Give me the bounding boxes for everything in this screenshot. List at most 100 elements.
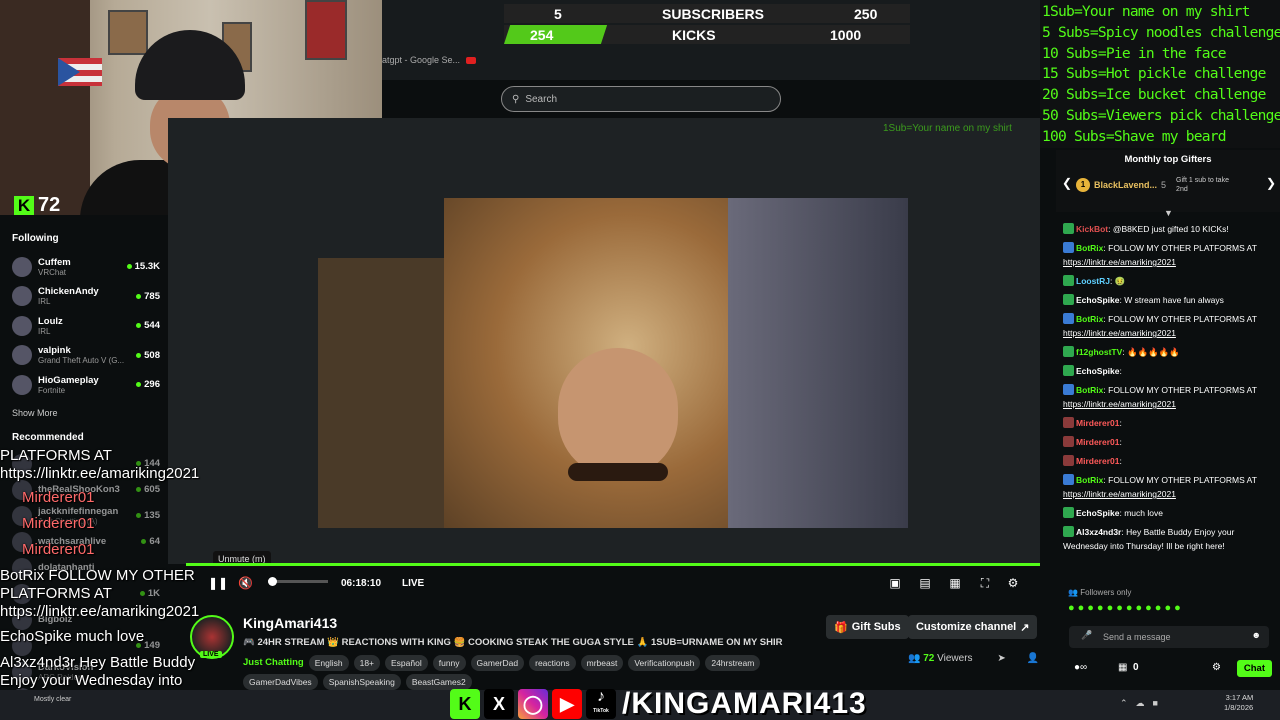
kicks-target: 1000 xyxy=(830,27,862,43)
channel-avatar[interactable] xyxy=(12,345,32,366)
chat-link[interactable]: https://linktr.ee/amariking2021 xyxy=(1063,399,1176,409)
chat-badge-icon xyxy=(1063,507,1074,518)
chat-username[interactable]: BotRix xyxy=(1076,385,1103,395)
channel-item[interactable]: HioGameplay Fortnite 296 xyxy=(8,370,160,400)
settings-gear-icon[interactable]: ⚙ xyxy=(1006,576,1020,590)
chat-username[interactable]: f12ghostTV xyxy=(1076,347,1122,357)
chat-footer: ●∞ ▦ 0 ⚙ Chat xyxy=(1068,658,1272,680)
tag-pill[interactable]: Verificationpush xyxy=(628,655,701,671)
tag-pill[interactable]: reactions xyxy=(529,655,576,671)
system-tray[interactable]: ⌃☁■ xyxy=(1120,698,1166,709)
follow-icon[interactable]: 👤 xyxy=(1026,653,1038,664)
fullscreen-icon[interactable]: ⛶ xyxy=(978,576,992,590)
weather-widget[interactable]: Mostly clear xyxy=(34,696,71,703)
player-controls: ❚❚ 🔇 06:18:10 LIVE ▣ ▤ ▦ ⛶ ⚙ xyxy=(186,570,1040,600)
category-link[interactable]: Just Chatting xyxy=(243,655,304,671)
live-indicator[interactable]: LIVE xyxy=(402,578,424,589)
chat-input[interactable]: 🎤 Send a message ☻ xyxy=(1069,626,1269,648)
tag-pill[interactable]: 18+ xyxy=(353,655,381,671)
channel-name[interactable]: valpink xyxy=(38,345,136,356)
youtube-icon[interactable] xyxy=(466,56,477,64)
viewer-count-value: 72 xyxy=(923,653,935,664)
overlay-chat-line: Al3xz4nd3r Hey Battle Buddy xyxy=(0,654,196,671)
pause-button[interactable]: ❚❚ xyxy=(208,576,228,590)
channel-item[interactable]: ChickenAndy IRL 785 xyxy=(8,282,160,312)
channel-name[interactable]: KingAmari413 xyxy=(243,615,337,631)
chat-username[interactable]: EchoSpike xyxy=(1076,508,1119,518)
tag-pill[interactable]: 24hrstream xyxy=(705,655,761,671)
tag-pill[interactable]: mrbeast xyxy=(580,655,624,671)
browser-tab[interactable]: atgpt - Google Se... xyxy=(382,55,460,65)
chevron-left-icon[interactable]: ❮ xyxy=(1062,176,1072,190)
chat-message: Mirderer01: xyxy=(1063,454,1273,468)
clock-time: 3:17 AM xyxy=(1225,693,1254,702)
chat-send-button[interactable]: Chat xyxy=(1236,660,1272,677)
channel-avatar[interactable] xyxy=(12,374,32,395)
gift-subs-button[interactable]: 🎁 Gift Subs xyxy=(826,615,909,639)
tag-pill[interactable]: SpanishSpeaking xyxy=(322,674,401,690)
share-icon[interactable]: ➤ xyxy=(997,653,1005,664)
chat-username[interactable]: BotRix xyxy=(1076,475,1103,485)
channel-name[interactable]: Cuffem xyxy=(38,257,127,268)
tag-pill[interactable]: English xyxy=(308,655,349,671)
video-player[interactable]: 1Sub=Your name on my shirt xyxy=(168,118,1040,564)
chat-message: BotRix: FOLLOW MY OTHER PLATFORMS AT htt… xyxy=(1063,313,1257,338)
goal-line: 15 Subs=Hot pickle challenge xyxy=(1042,65,1266,83)
emoji-icon[interactable]: ☻ xyxy=(1252,630,1261,640)
clip-icon[interactable]: ▣ xyxy=(888,576,902,590)
chat-username[interactable]: Mirderer01 xyxy=(1076,437,1119,447)
chat-username[interactable]: Al3xz4nd3r xyxy=(1076,527,1121,537)
chat-username[interactable]: EchoSpike xyxy=(1076,366,1119,376)
channel-avatar[interactable] xyxy=(12,286,32,307)
overlay-chat-line: Mirderer01 xyxy=(22,489,95,506)
chat-username[interactable]: BotRix xyxy=(1076,314,1103,324)
chat-link[interactable]: https://linktr.ee/amariking2021 xyxy=(1063,328,1176,338)
picture-in-picture-icon[interactable]: ▦ xyxy=(948,576,962,590)
chat-username[interactable]: LoostRJ xyxy=(1076,276,1110,286)
tag-pill[interactable]: GamerDadVibes xyxy=(243,674,318,690)
channel-item[interactable]: Cuffem VRChat 15.3K xyxy=(8,252,160,282)
channel-avatar[interactable] xyxy=(12,315,32,336)
points-icon[interactable]: ●∞ xyxy=(1074,662,1087,673)
tag-pill[interactable]: GamerDad xyxy=(470,655,525,671)
chat-username[interactable]: Mirderer01 xyxy=(1076,456,1119,466)
gifter-name[interactable]: BlackLavend... xyxy=(1094,180,1157,190)
emote-bar[interactable]: ●●●●●●●●●●●● xyxy=(1068,602,1184,614)
clock-date: 1/8/2026 xyxy=(1224,703,1254,712)
video-progress-bar[interactable] xyxy=(186,563,1040,566)
channel-name[interactable]: HioGameplay xyxy=(38,375,136,386)
screen: { "subs_bar": {"left_top":"5","label_top… xyxy=(0,0,1280,720)
chat-username[interactable]: EchoSpike xyxy=(1076,295,1119,305)
channel-viewers: 544 xyxy=(136,320,160,331)
channel-avatar[interactable] xyxy=(12,256,32,277)
chat-badge-icon xyxy=(1063,294,1074,305)
show-more-button[interactable]: Show More xyxy=(12,408,156,418)
channel-item[interactable]: valpink Grand Theft Auto V (G... 508 xyxy=(8,341,160,371)
mute-button[interactable]: 🔇 xyxy=(238,576,253,590)
volume-slider[interactable] xyxy=(268,577,328,586)
chat-link[interactable]: https://linktr.ee/amariking2021 xyxy=(1063,257,1176,267)
overlay-chat-line: PLATFORMS AT xyxy=(0,447,112,464)
channel-category: Fortnite xyxy=(38,385,66,395)
search-input[interactable]: ⚲ Search xyxy=(501,86,781,112)
tag-pill[interactable]: Español xyxy=(385,655,428,671)
gift-cta[interactable]: Gift 1 sub to take 2nd xyxy=(1176,176,1236,194)
channel-name[interactable]: ChickenAndy xyxy=(38,286,136,297)
taskbar-clock[interactable]: 3:17 AM 1/8/2026 xyxy=(1224,693,1253,713)
mic-icon[interactable]: 🎤 xyxy=(1081,630,1092,641)
chat-username[interactable]: BotRix xyxy=(1076,243,1103,253)
volume-handle[interactable] xyxy=(268,577,277,586)
search-icon: ⚲ xyxy=(512,93,520,105)
chevron-right-icon[interactable]: ❯ xyxy=(1266,176,1276,190)
chat-settings-icon[interactable]: ⚙ xyxy=(1212,662,1221,673)
filter-icon[interactable]: ▼ xyxy=(1164,208,1173,218)
chat-link[interactable]: https://linktr.ee/amariking2021 xyxy=(1063,489,1176,499)
tag-pill[interactable]: funny xyxy=(432,655,466,671)
chat-username[interactable]: KickBot xyxy=(1076,224,1108,234)
channel-item[interactable]: Loulz IRL 544 xyxy=(8,311,160,341)
chat-username[interactable]: Mirderer01 xyxy=(1076,418,1119,428)
customize-channel-button[interactable]: Customize channel ↗ xyxy=(908,615,1038,639)
channel-name[interactable]: Loulz xyxy=(38,316,136,327)
store-icon[interactable]: ▦ xyxy=(1118,662,1127,673)
theater-mode-icon[interactable]: ▤ xyxy=(918,576,932,590)
